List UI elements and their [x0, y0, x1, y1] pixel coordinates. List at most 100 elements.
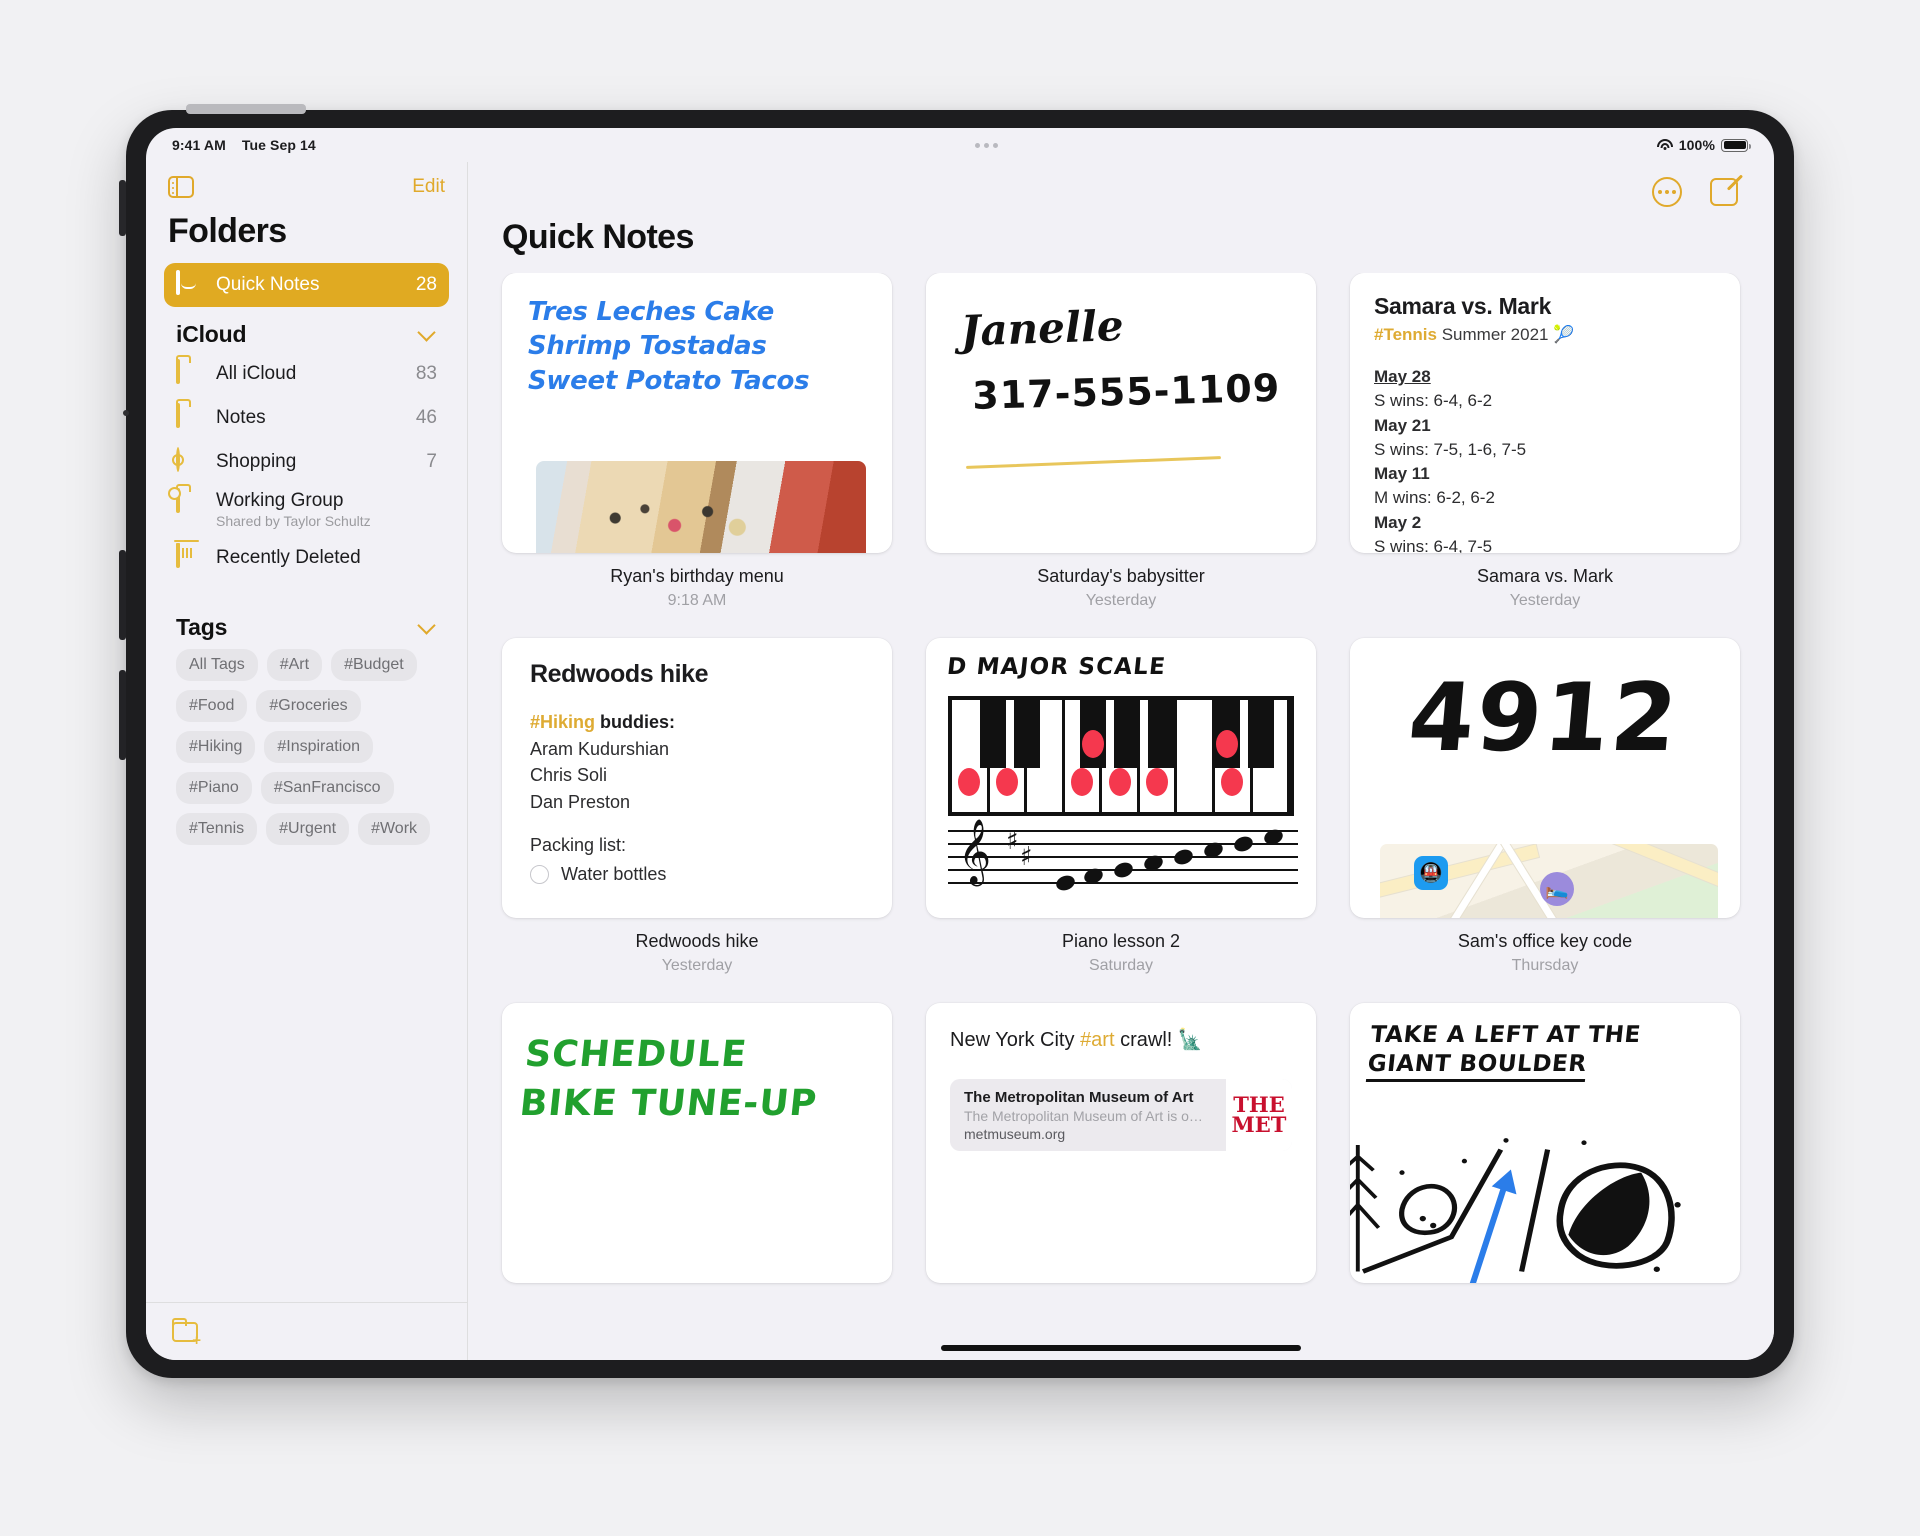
note-body: New York City #art crawl! 🗽: [926, 1003, 1316, 1052]
multitasking-handle[interactable]: [974, 142, 998, 148]
quick-note-icon: [176, 270, 202, 298]
compose-note-icon[interactable]: [1710, 178, 1738, 206]
folder-icon: [176, 403, 202, 431]
tag-chip[interactable]: #Hiking: [176, 731, 256, 763]
sidebar-scroll[interactable]: Quick Notes 28 iCloud All iCloud 83 Note…: [146, 263, 467, 1302]
tag-chip[interactable]: #Urgent: [266, 813, 350, 845]
boulder-sketch-icon: [1350, 1099, 1740, 1283]
inline-tag[interactable]: #Hiking: [530, 712, 595, 732]
home-indicator[interactable]: [941, 1345, 1301, 1351]
note-card[interactable]: 4912 🚇 🛌 Sam's office key code Thursday: [1350, 638, 1740, 975]
notes-grid-scroll[interactable]: Tres Leches Cake Shrimp Tostadas Sweet P…: [468, 273, 1774, 1360]
handwriting-text: SCHEDULE BIKE TUNE-UP: [502, 1003, 892, 1128]
notes-grid: Tres Leches Cake Shrimp Tostadas Sweet P…: [502, 273, 1740, 1317]
tag-chip[interactable]: #Art: [266, 649, 323, 681]
status-bar-right: 100%: [1656, 137, 1751, 153]
section-title: Tags: [176, 614, 228, 640]
note-title: Samara vs. Mark: [1476, 566, 1614, 586]
match-result: M wins: 6-2, 6-2: [1374, 488, 1495, 508]
tag-chip[interactable]: #Tennis: [176, 813, 258, 845]
tag-chip[interactable]: All Tags: [176, 649, 258, 681]
sidebar-item-count: 46: [415, 407, 437, 428]
note-thumbnail[interactable]: D MAJOR SCALE 𝄞 ♯ ♯: [926, 638, 1316, 918]
sidebar-item-all-icloud[interactable]: All iCloud 83: [164, 352, 449, 396]
piano-keyboard-icon: [948, 696, 1294, 816]
status-bar-left: 9:41 AM Tue Sep 14: [172, 137, 316, 153]
inline-tag[interactable]: #art: [1080, 1029, 1114, 1051]
new-folder-icon[interactable]: [172, 1317, 201, 1348]
status-date: Tue Sep 14: [241, 137, 316, 153]
edit-button[interactable]: Edit: [412, 176, 445, 198]
sidebar-item-label: Shopping: [216, 451, 297, 472]
sidebar-item-recently-deleted[interactable]: Recently Deleted: [164, 536, 449, 580]
power-button[interactable]: [119, 180, 126, 236]
sidebar-section-icloud-header[interactable]: iCloud: [164, 307, 449, 352]
note-card[interactable]: New York City #art crawl! 🗽 The Metropol…: [926, 1003, 1316, 1317]
note-date: Yesterday: [1085, 592, 1157, 609]
note-card[interactable]: D MAJOR SCALE 𝄞 ♯ ♯ Piano lesson 2 Satur…: [926, 638, 1316, 975]
tag-chip[interactable]: #Work: [358, 813, 431, 845]
statue-of-liberty-emoji: 🗽: [1177, 1029, 1203, 1051]
buddy-name: Chris Soli: [530, 765, 608, 786]
chevron-down-icon[interactable]: [417, 615, 436, 635]
subtitle-text: Summer 2021: [1436, 325, 1554, 344]
tag-chip[interactable]: #Groceries: [256, 690, 361, 722]
handwriting-code: 4912: [1404, 664, 1684, 773]
note-thumbnail[interactable]: 4912 🚇 🛌: [1350, 638, 1740, 918]
sidebar-item-working-group[interactable]: Working Group Shared by Taylor Schultz: [164, 484, 449, 536]
note-card[interactable]: Janelle 317-555-1109 Saturday's babysitt…: [926, 273, 1316, 610]
more-ellipsis-icon[interactable]: [1652, 177, 1682, 207]
match-date: May 28: [1374, 367, 1431, 386]
battery-icon: [1721, 138, 1751, 152]
note-thumbnail[interactable]: Janelle 317-555-1109: [926, 273, 1316, 553]
note-card[interactable]: Tres Leches Cake Shrimp Tostadas Sweet P…: [502, 273, 892, 610]
handwriting-text: TAKE A LEFT AT THE GIANT BOULDER: [1350, 1003, 1740, 1082]
sidebar-toolbar: Edit: [146, 162, 467, 206]
note-card[interactable]: Samara vs. Mark #Tennis Summer 2021 🎾 Ma…: [1350, 273, 1740, 610]
tennis-ball-emoji: 🎾: [1553, 325, 1575, 344]
note-thumbnail[interactable]: Redwoods hike #Hiking buddies: Aram Kudu…: [502, 638, 892, 918]
checkbox-icon[interactable]: [530, 864, 549, 884]
logo-line-2: MET: [1231, 1112, 1287, 1137]
tag-chip[interactable]: #Piano: [176, 772, 252, 804]
sidebar-section-tags-header[interactable]: Tags: [164, 580, 449, 645]
tag-chip[interactable]: #Budget: [331, 649, 417, 681]
tag-chip[interactable]: #Food: [176, 690, 248, 722]
note-title: Saturday's babysitter: [1037, 566, 1205, 586]
sidebar-item-notes[interactable]: Notes 46: [164, 396, 449, 440]
note-thumbnail[interactable]: New York City #art crawl! 🗽 The Metropol…: [926, 1003, 1316, 1283]
handwriting-line: Shrimp Tostadas: [528, 331, 767, 362]
note-card[interactable]: TAKE A LEFT AT THE GIANT BOULDER: [1350, 1003, 1740, 1317]
note-card[interactable]: Redwoods hike #Hiking buddies: Aram Kudu…: [502, 638, 892, 975]
handwriting-phone: 317-555-1109: [971, 365, 1281, 418]
link-preview[interactable]: The Metropolitan Museum of Art The Metro…: [950, 1079, 1292, 1151]
chevron-down-icon[interactable]: [417, 322, 436, 342]
sidebar-item-label: Notes: [216, 407, 266, 428]
buddy-name: Dan Preston: [530, 791, 631, 812]
line-before: New York City: [950, 1029, 1081, 1051]
sidebar-toggle-icon[interactable]: [168, 176, 194, 198]
inline-tag[interactable]: #Tennis: [1374, 325, 1437, 344]
note-card[interactable]: SCHEDULE BIKE TUNE-UP Schedule bike tune…: [502, 1003, 892, 1317]
tag-chip[interactable]: #SanFrancisco: [260, 772, 394, 804]
tag-list: All Tags #Art #Budget #Food #Groceries #…: [164, 645, 449, 845]
screenshot-stage: 9:41 AM Tue Sep 14 100% Edit Folders Qui…: [0, 0, 1920, 1536]
sidebar-item-quick-notes[interactable]: Quick Notes 28: [164, 263, 449, 307]
buddy-name: Aram Kudurshian: [530, 738, 670, 759]
note-thumbnail[interactable]: Samara vs. Mark #Tennis Summer 2021 🎾 Ma…: [1350, 273, 1740, 553]
tag-chip[interactable]: #Inspiration: [264, 731, 374, 763]
note-thumbnail[interactable]: TAKE A LEFT AT THE GIANT BOULDER: [1350, 1003, 1740, 1283]
note-title: Redwoods hike: [635, 931, 759, 951]
volume-up-button[interactable]: [119, 550, 126, 640]
checklist-item[interactable]: Water bottles: [530, 861, 892, 888]
wifi-icon: [1656, 139, 1673, 151]
main-content: Quick Notes Tres Leches Cake Shrimp Tost…: [468, 162, 1774, 1360]
handwriting-name: Janelle: [959, 300, 1125, 356]
sidebar-item-shopping[interactable]: Shopping 7: [164, 440, 449, 484]
note-thumbnail[interactable]: Tres Leches Cake Shrimp Tostadas Sweet P…: [502, 273, 892, 553]
handwriting-line: SCHEDULE: [523, 1034, 750, 1075]
note-title: Sam's office key code: [1457, 931, 1633, 951]
volume-down-button[interactable]: [119, 670, 126, 760]
note-thumbnail[interactable]: SCHEDULE BIKE TUNE-UP: [502, 1003, 892, 1283]
music-staff-icon: 𝄞 ♯ ♯: [948, 824, 1298, 893]
